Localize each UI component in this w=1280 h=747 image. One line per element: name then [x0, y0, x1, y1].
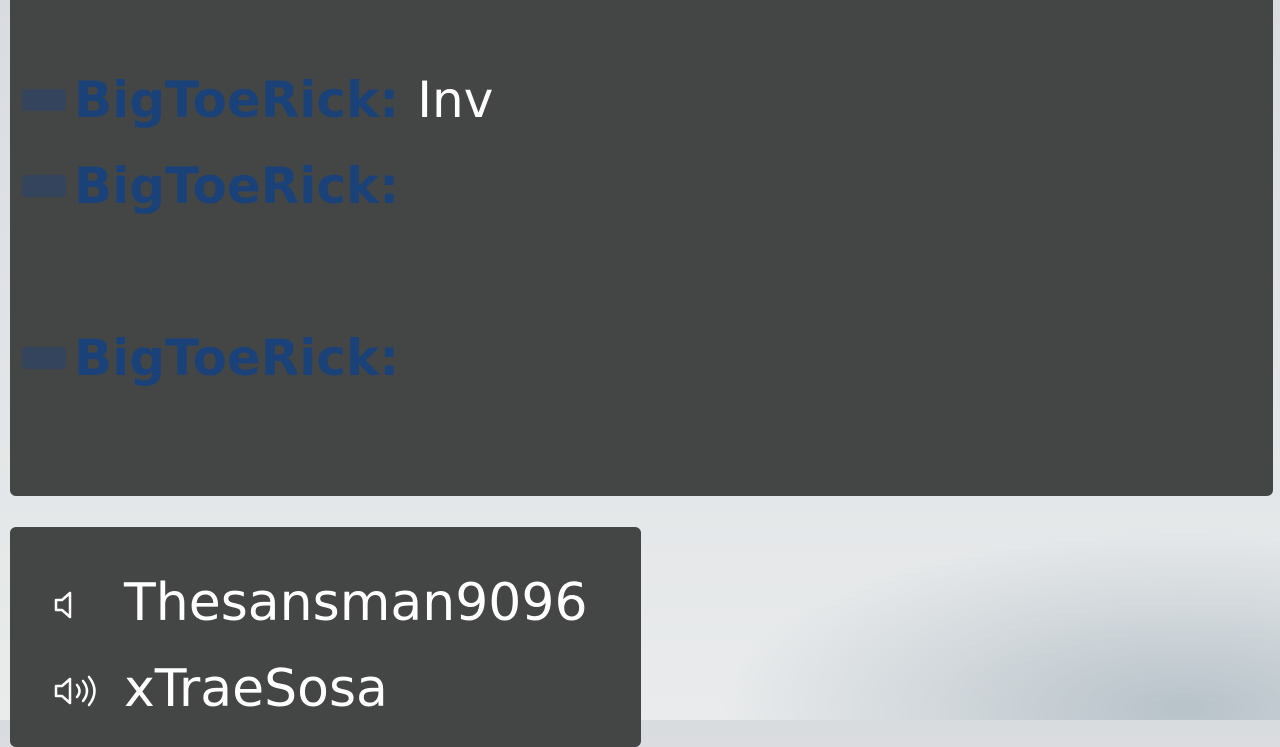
chat-channel-icon	[22, 89, 66, 111]
chat-message: BigToeRick:	[22, 315, 1252, 401]
voice-member-row[interactable]: xTraeSosa	[10, 649, 641, 729]
voice-member-row[interactable]: Thesansman9096	[10, 563, 641, 643]
sender-tag: BigToeRick:	[22, 143, 417, 229]
game-background	[640, 500, 1280, 720]
sender-name: BigToeRick:	[74, 71, 400, 129]
speaker-idle-icon	[54, 591, 72, 619]
message-text: Inv	[417, 71, 494, 129]
chat-message: BigToeRick:	[22, 143, 1252, 229]
chat-message: BigToeRick: Inv	[22, 57, 1252, 143]
sender-name: BigToeRick:	[74, 157, 400, 215]
voice-chat-panel: Thesansman9096 xTraeSosa	[10, 527, 641, 747]
voice-member-name: Thesansman9096	[124, 573, 588, 633]
sender-name: BigToeRick:	[74, 329, 400, 387]
speaker-talking-icon	[54, 675, 96, 707]
voice-member-name: xTraeSosa	[124, 659, 388, 719]
sender-tag: BigToeRick:	[22, 57, 417, 143]
chat-channel-icon	[22, 175, 66, 197]
chat-channel-icon	[22, 347, 66, 369]
chat-panel: BigToeRick: Inv BigToeRick: BigToeRick:	[10, 0, 1273, 496]
sender-tag: BigToeRick:	[22, 315, 417, 401]
